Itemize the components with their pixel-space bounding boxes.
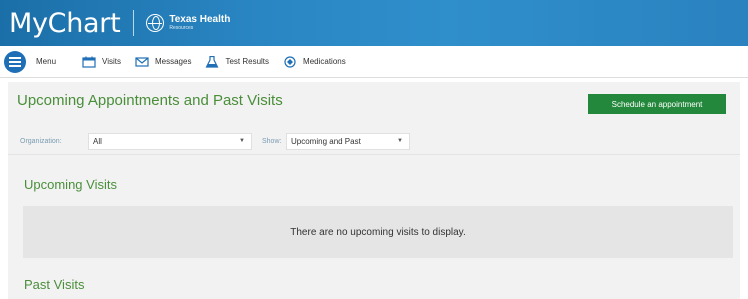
nav-item-label: Messages (154, 57, 192, 66)
menu-icon[interactable] (4, 50, 26, 73)
page-title: Upcoming Appointments and Past Visits (17, 92, 283, 109)
nav-bar: Menu Visits Messages Test Results Medica… (0, 46, 748, 78)
pill-icon (284, 55, 296, 68)
app-header: MyChart Texas Health Resources (0, 0, 748, 46)
organization-label: Organization: (20, 138, 62, 145)
logo-divider (133, 10, 135, 36)
show-value: Upcoming and Past (291, 137, 361, 146)
show-select[interactable]: Upcoming and Past ▼ (286, 133, 410, 150)
past-visits-title: Past Visits (24, 277, 85, 292)
upcoming-empty-state: There are no upcoming visits to display. (23, 206, 733, 258)
nav-item-label: Visits (102, 57, 121, 66)
nav-item-test-results[interactable]: Test Results (205, 55, 270, 68)
upcoming-visits-title: Upcoming Visits (24, 177, 117, 192)
globe-icon (146, 14, 165, 32)
flask-icon (205, 55, 219, 68)
brand-logo: Texas Health Resources (146, 14, 230, 32)
nav-item-visits[interactable]: Visits (82, 56, 121, 68)
nav-item-menu[interactable]: Menu (36, 57, 56, 66)
show-label: Show: (262, 138, 282, 145)
brand-name: Texas Health (169, 14, 231, 25)
nav-item-label: Medications (303, 57, 346, 66)
filter-divider (8, 154, 740, 155)
main-content (8, 82, 740, 299)
chevron-down-icon: ▼ (239, 138, 245, 144)
nav-item-label: Test Results (225, 57, 270, 66)
nav-item-messages[interactable]: Messages (135, 56, 191, 68)
nav-item-label: Menu (36, 57, 57, 66)
organization-select[interactable]: All ▼ (88, 133, 252, 150)
chevron-down-icon: ▼ (397, 138, 403, 144)
calendar-icon (82, 56, 96, 68)
organization-value: All (93, 137, 102, 146)
schedule-appointment-button[interactable]: Schedule an appointment (588, 94, 726, 114)
empty-state-message: There are no upcoming visits to display. (290, 226, 466, 238)
brand-sub: Resources (169, 25, 194, 31)
app-logo[interactable]: MyChart (9, 8, 121, 39)
nav-item-medications[interactable]: Medications (283, 55, 346, 68)
envelope-icon (135, 56, 149, 67)
